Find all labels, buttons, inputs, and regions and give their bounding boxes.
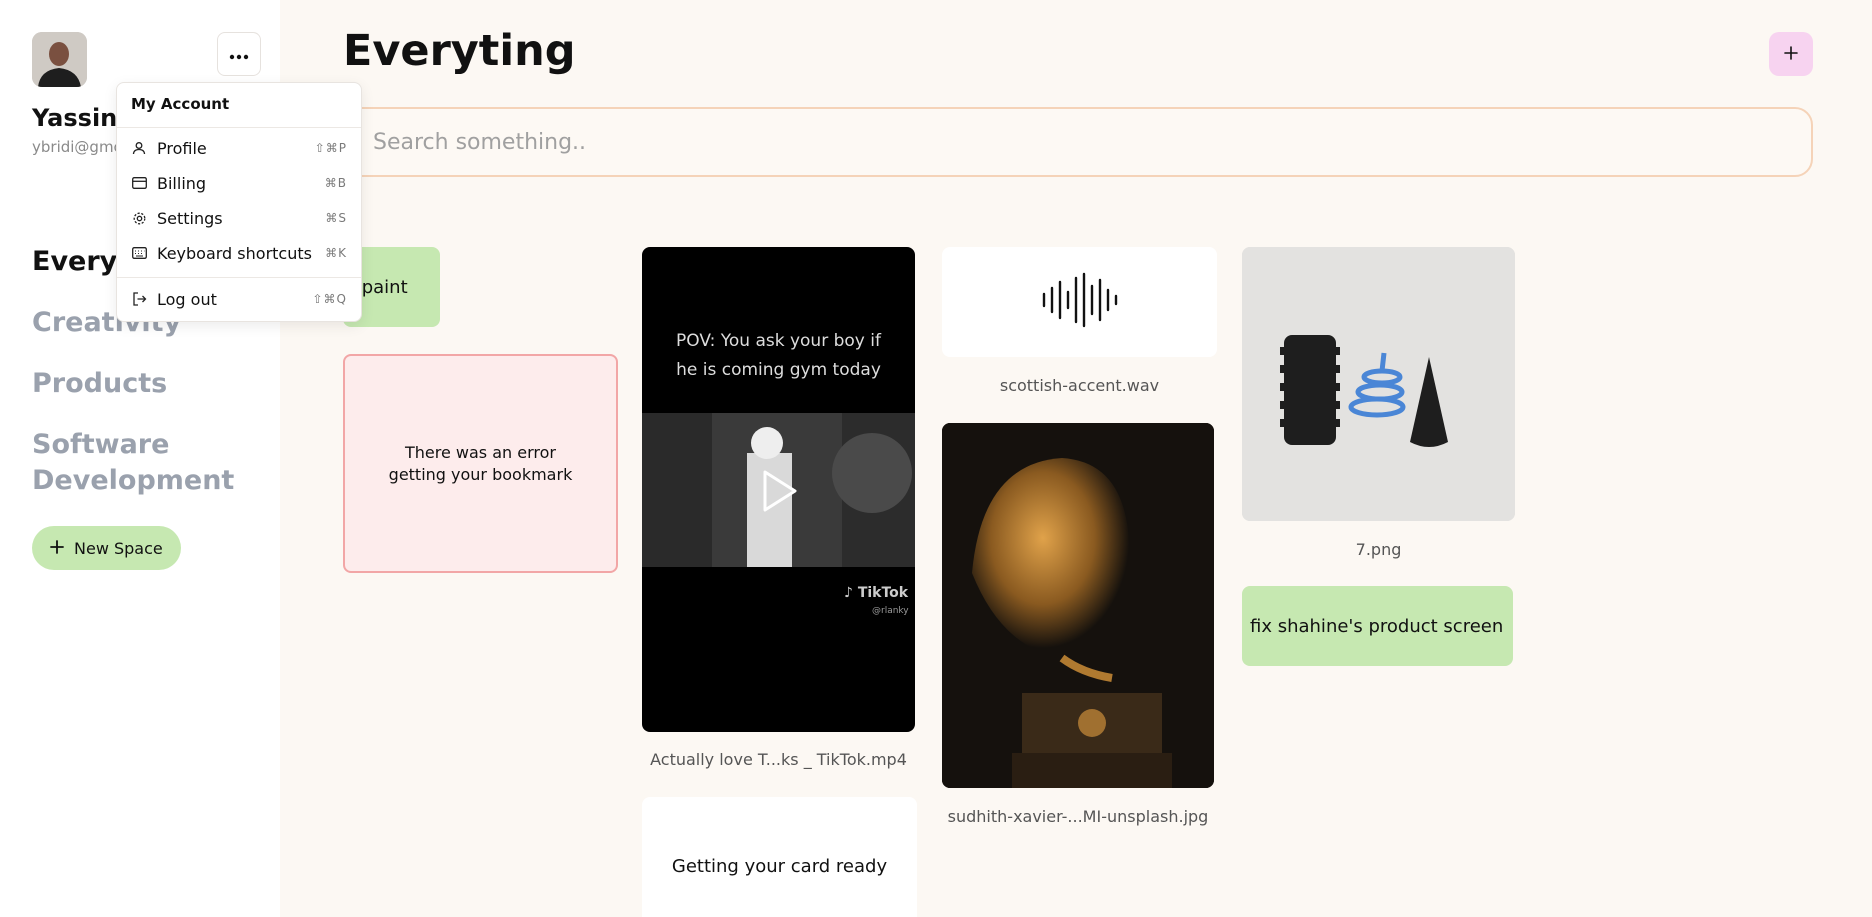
account-menu-title: My Account [131, 95, 230, 113]
more-options-button[interactable] [217, 32, 261, 76]
loading-card[interactable]: Getting your card ready [642, 797, 917, 917]
menu-item-shortcut: ⌘B [324, 176, 347, 190]
3d-parts-image [1242, 247, 1515, 521]
menu-item-settings[interactable]: Settings ⌘S [117, 201, 361, 235]
plus-icon [1784, 45, 1798, 64]
tiktok-handle: @rlanky [872, 606, 909, 616]
error-message: There was an error getting your bookmark [388, 442, 573, 484]
new-space-label: New Space [74, 538, 163, 558]
menu-item-profile[interactable]: Profile ⇧⌘P [117, 131, 361, 165]
video-caption: Actually love T...ks _ TikTok.mp4 [650, 750, 907, 769]
play-icon[interactable] [762, 469, 798, 517]
note-text: fix shahine's product screen [1250, 615, 1504, 637]
tiktok-icon: ♪ [844, 585, 853, 601]
credit-card-icon [131, 175, 147, 191]
menu-item-label: Profile [157, 138, 207, 158]
menu-item-label: Settings [157, 208, 223, 228]
tiktok-logo: ♪ TikTok [844, 585, 908, 601]
menu-divider [117, 127, 361, 128]
error-card[interactable]: There was an error getting your bookmark [343, 354, 618, 573]
user-icon [131, 140, 147, 156]
keyboard-icon [131, 245, 147, 261]
add-bookmark-button[interactable] [1769, 32, 1813, 76]
audio-caption: scottish-accent.wav [999, 376, 1160, 395]
gramophone-image [942, 423, 1214, 788]
menu-item-keyboard-shortcuts[interactable]: Keyboard shortcuts ⌘K [117, 236, 361, 270]
menu-item-log-out[interactable]: Log out ⇧⌘Q [117, 282, 361, 316]
nav-item-software-development[interactable]: Software Development [32, 427, 234, 499]
new-space-button[interactable]: New Space [32, 526, 181, 570]
gear-icon [131, 210, 147, 226]
image-card-3d-parts[interactable] [1242, 247, 1515, 521]
image-caption: sudhith-xavier-...MI-unsplash.jpg [947, 807, 1209, 826]
nav-item-products[interactable]: Products [32, 366, 272, 402]
page-title: Everyting [343, 26, 576, 76]
menu-item-shortcut: ⇧⌘P [314, 141, 347, 155]
search-input[interactable] [343, 107, 1813, 177]
menu-item-label: Billing [157, 173, 207, 193]
waveform-icon [1040, 272, 1120, 332]
avatar[interactable] [32, 32, 87, 87]
tiktok-brand: TikTok [857, 585, 909, 601]
menu-item-shortcut: ⌘K [325, 246, 347, 260]
video-card[interactable]: POV: You ask your boy if he is coming gy… [642, 247, 915, 732]
user-email: ybridi@gmc [32, 138, 122, 156]
account-menu: My Account Profile ⇧⌘P Billing ⌘B Settin… [116, 82, 362, 322]
video-overlay-text: POV: You ask your boy if he is coming gy… [676, 331, 881, 380]
image-card-gramophone[interactable] [942, 423, 1214, 788]
menu-item-label: Keyboard shortcuts [157, 243, 312, 263]
menu-divider [117, 277, 361, 278]
plus-icon [50, 539, 64, 558]
ellipsis-icon [229, 45, 249, 64]
loading-text: Getting your card ready [671, 855, 888, 877]
menu-item-shortcut: ⌘S [325, 211, 347, 225]
note-card-fix[interactable]: fix shahine's product screen [1242, 586, 1513, 666]
image-caption: 7.png [1355, 540, 1402, 559]
menu-item-shortcut: ⇧⌘Q [312, 292, 347, 306]
audio-card[interactable] [942, 247, 1217, 357]
menu-item-billing[interactable]: Billing ⌘B [117, 166, 361, 200]
menu-item-label: Log out [157, 289, 217, 309]
logout-icon [131, 291, 147, 307]
